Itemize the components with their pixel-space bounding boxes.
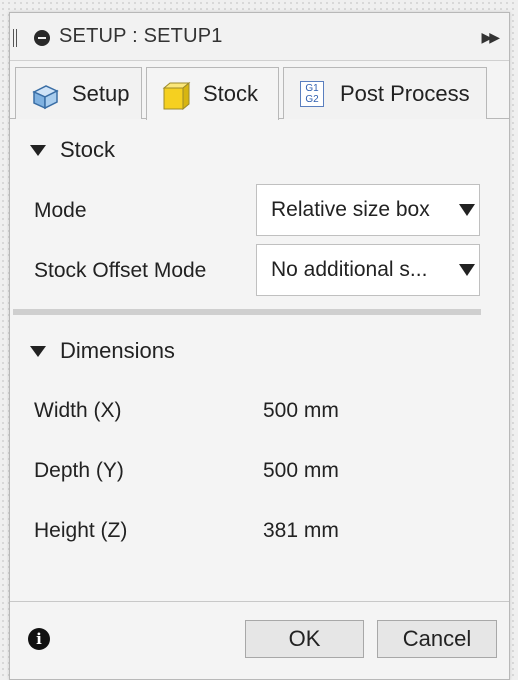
tab-post-process[interactable]: G1 G2 Post Process (283, 67, 487, 119)
depth-label: Depth (Y) (34, 459, 124, 482)
mode-label: Mode (34, 199, 87, 222)
width-label: Width (X) (34, 399, 122, 422)
stock-offset-mode-dropdown[interactable]: No additional s... (256, 244, 480, 296)
mode-dropdown[interactable]: Relative size box (256, 184, 480, 236)
width-value: 500 mm (263, 399, 339, 422)
drag-grip-icon[interactable] (13, 29, 17, 47)
collapse-icon[interactable] (34, 30, 50, 46)
dimensions-section-title: Dimensions (60, 338, 175, 363)
yellow-box-icon (161, 80, 191, 110)
collapse-triangle-icon (30, 345, 46, 357)
depth-value: 500 mm (263, 459, 339, 482)
stock-offset-mode-value: No additional s... (271, 258, 428, 281)
dropdown-arrow-icon (459, 204, 475, 216)
tab-setup-label: Setup (72, 80, 130, 106)
height-value: 381 mm (263, 519, 339, 542)
collapse-triangle-icon (30, 144, 46, 156)
mode-dropdown-value: Relative size box (271, 198, 430, 221)
setup-dialog: SETUP : SETUP1 ▶▶ Setup Stock G1 G2 Post… (9, 12, 510, 680)
section-divider[interactable] (13, 309, 481, 315)
blue-box-icon (30, 80, 59, 109)
cancel-button[interactable]: Cancel (377, 620, 497, 658)
tab-setup[interactable]: Setup (15, 67, 142, 119)
ok-button[interactable]: OK (245, 620, 364, 658)
gcode-icon: G1 G2 (300, 80, 324, 107)
tab-stock-label: Stock (203, 81, 259, 106)
dialog-title: SETUP : SETUP1 (59, 25, 223, 47)
dialog-footer: i OK Cancel (10, 601, 509, 679)
tab-bar: Setup Stock G1 G2 Post Process (10, 61, 509, 120)
stock-section-header[interactable]: Stock (30, 137, 115, 163)
height-label: Height (Z) (34, 519, 128, 542)
info-icon[interactable]: i (28, 628, 50, 650)
expand-arrows-icon[interactable]: ▶▶ (481, 29, 499, 46)
title-bar[interactable]: SETUP : SETUP1 ▶▶ (10, 13, 509, 61)
tab-post-process-label: Post Process (340, 80, 470, 106)
tab-stock[interactable]: Stock (146, 67, 279, 120)
stock-offset-mode-label: Stock Offset Mode (34, 259, 207, 282)
gcode-icon-line1: G1 (305, 82, 319, 94)
gcode-icon-line2: G2 (305, 93, 319, 105)
dimensions-section-header[interactable]: Dimensions (30, 338, 175, 364)
stock-section-title: Stock (60, 137, 116, 162)
dropdown-arrow-icon (459, 264, 475, 276)
